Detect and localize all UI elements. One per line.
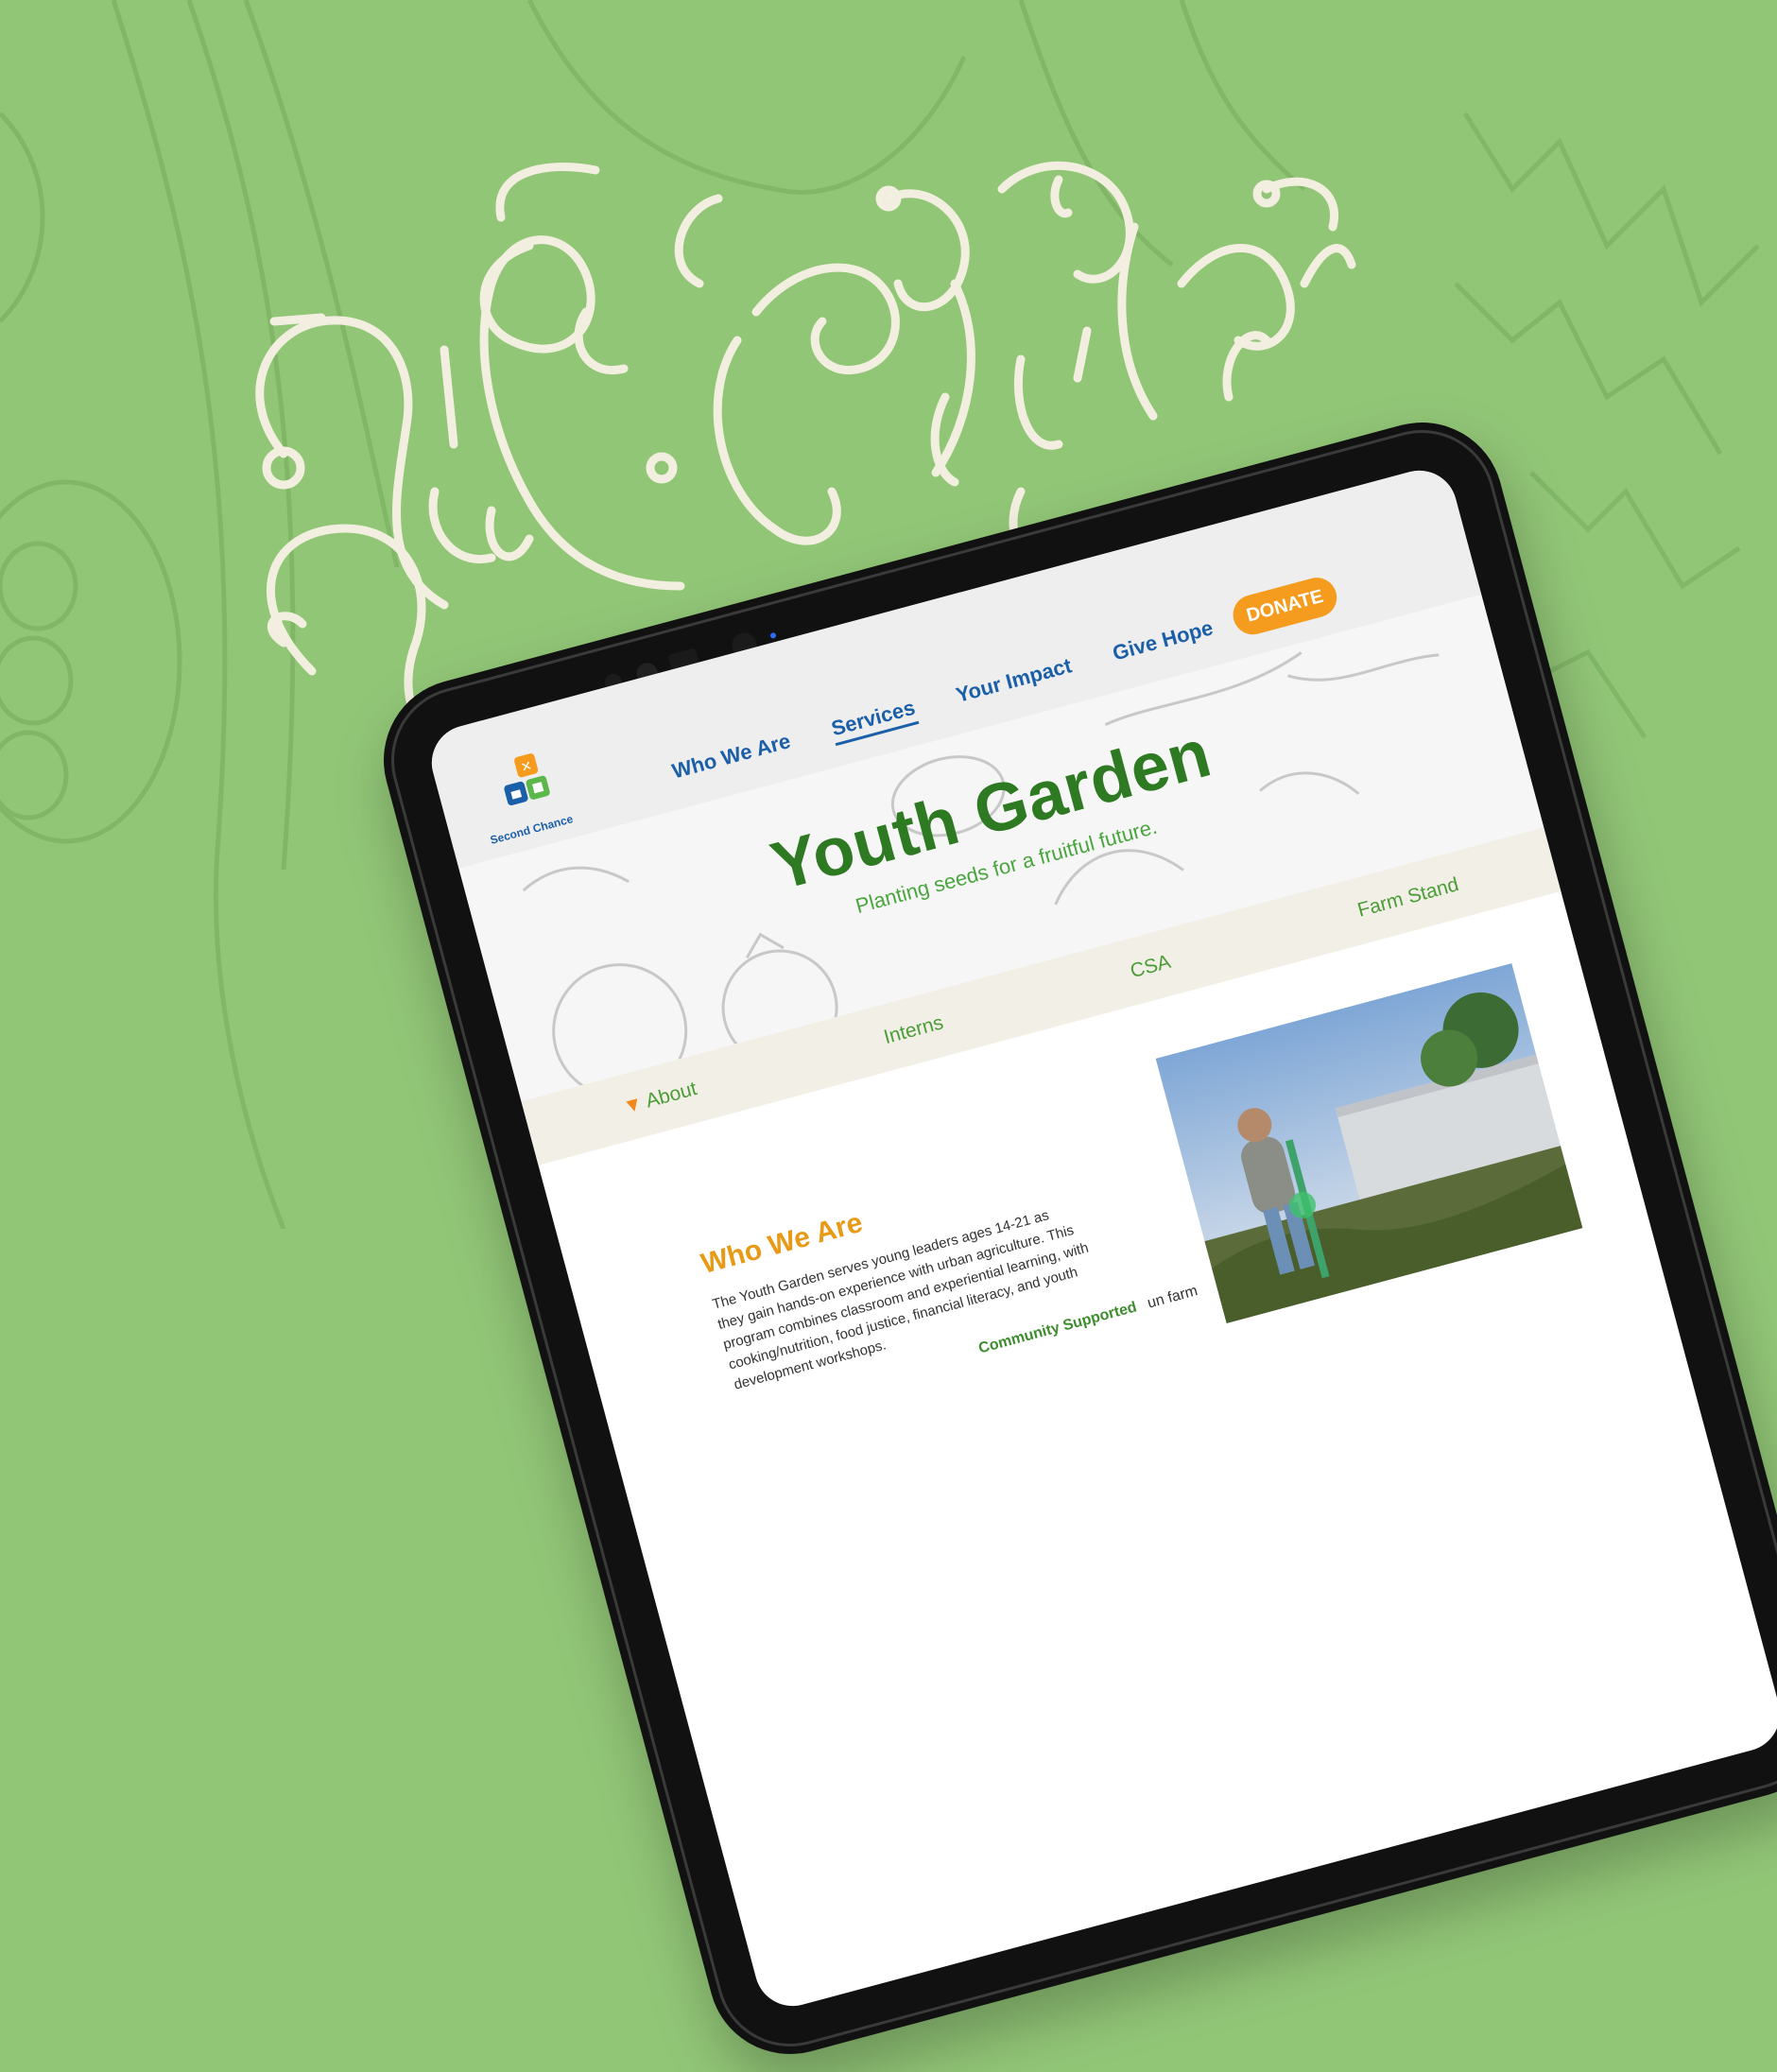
subnav-about-label: About (643, 1078, 699, 1113)
carrot-icon: ▼ (620, 1092, 646, 1118)
garden-photo (1155, 962, 1583, 1324)
nav-services[interactable]: Services (828, 695, 920, 747)
subnav-csa[interactable]: CSA (1128, 951, 1173, 983)
nav-give-hope[interactable]: Give Hope (1110, 615, 1216, 670)
subnav-about[interactable]: ▼About (621, 1078, 699, 1119)
camera-indicator (769, 631, 777, 640)
nav-your-impact[interactable]: Your Impact (954, 653, 1076, 712)
csa-link-tail: un farm (1146, 1283, 1199, 1312)
donate-button[interactable]: DONATE (1228, 573, 1341, 639)
nav-who-we-are[interactable]: Who We Are (669, 729, 794, 788)
subnav-interns[interactable]: Interns (882, 1011, 946, 1049)
who-we-are-body: The Youth Garden serves young leaders ag… (710, 1207, 1091, 1393)
subnav-farm-stand[interactable]: Farm Stand (1355, 873, 1461, 923)
